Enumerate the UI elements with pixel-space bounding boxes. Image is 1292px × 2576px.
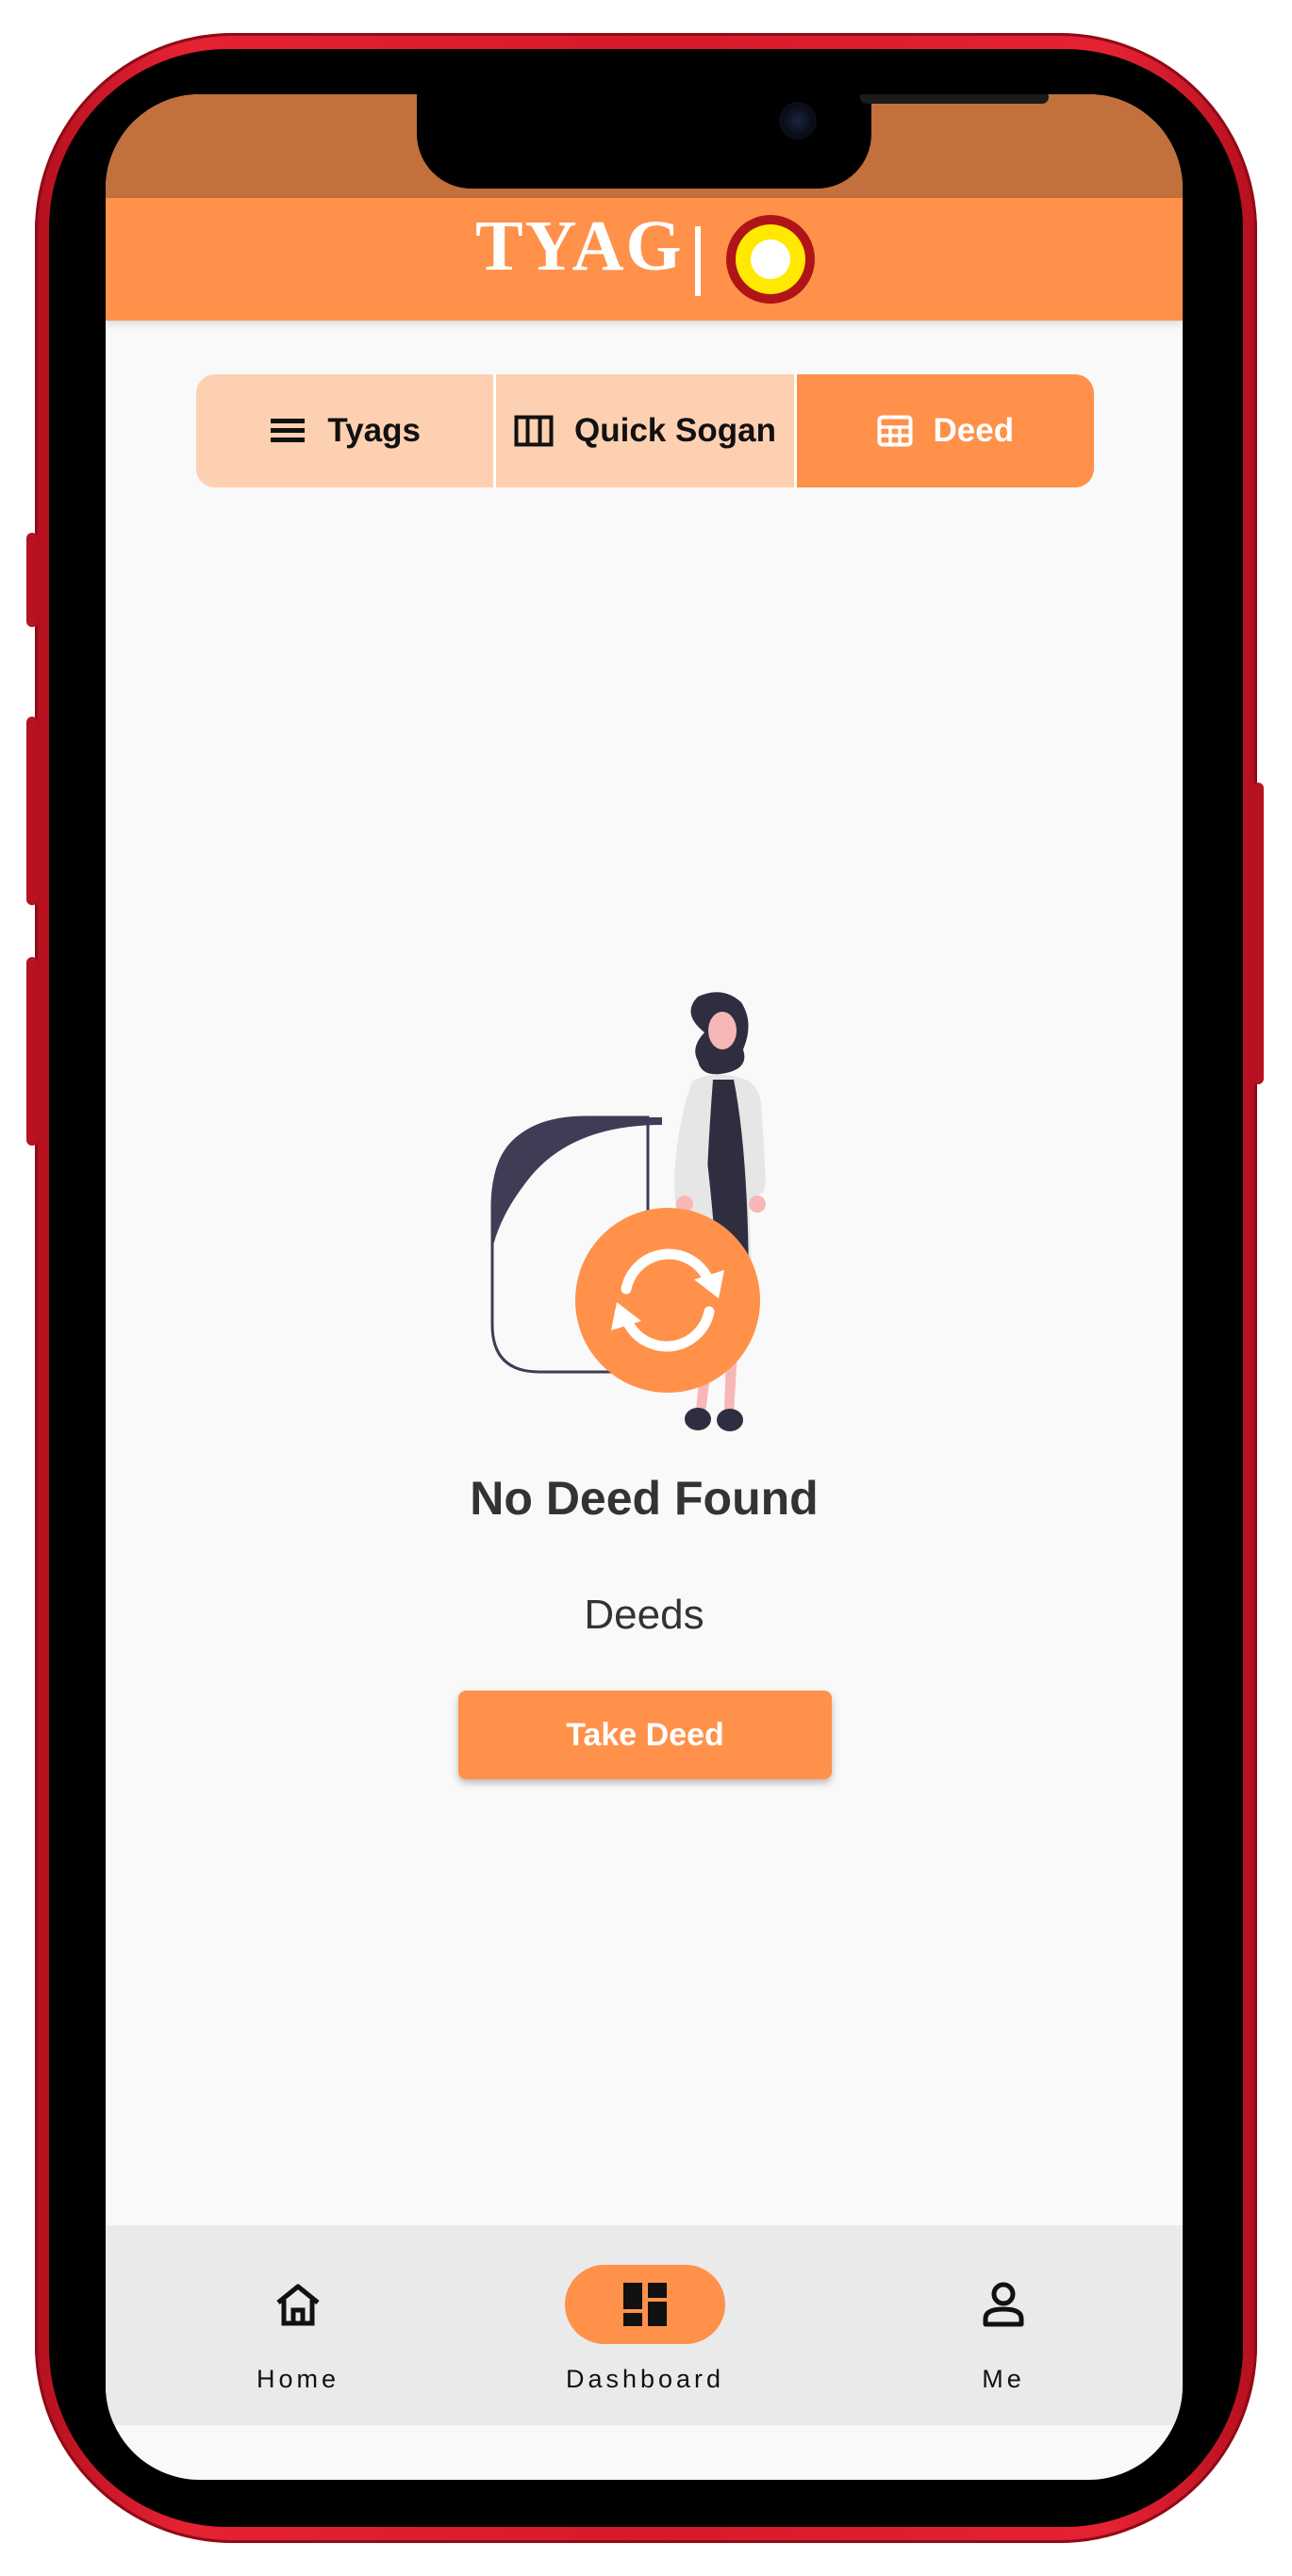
tab-tyags[interactable]: Tyags [196, 374, 497, 487]
mute-switch [26, 533, 38, 627]
person-icon [983, 2282, 1024, 2327]
tab-deed[interactable]: Deed [796, 374, 1094, 487]
volume-up-button [26, 717, 38, 905]
device-mockup: TYAG Tyags Quick Sogan Deed No Deed Foun… [0, 0, 1292, 2576]
power-button [1252, 783, 1264, 1084]
nav-label-me: Me [982, 2365, 1025, 2393]
tab-label: Quick Sogan [574, 412, 776, 449]
nav-item-home[interactable]: Home [175, 2225, 421, 2425]
segmented-tabs: Tyags Quick Sogan Deed [196, 374, 1094, 487]
grid-icon [877, 415, 913, 447]
list-icon [269, 417, 306, 445]
shoe-left [685, 1408, 711, 1430]
hand-right [749, 1196, 766, 1213]
app-logo-icon [726, 215, 815, 304]
empty-state-title: No Deed Found [470, 1472, 819, 1525]
empty-state-illustration [490, 992, 766, 1431]
dashboard-icon [623, 2283, 667, 2326]
refresh-circle [575, 1208, 760, 1393]
empty-state-subtitle: Deeds [584, 1592, 704, 1638]
tab-label: Tyags [327, 412, 421, 449]
nav-item-dashboard[interactable]: Dashboard [522, 2225, 768, 2425]
bottom-navigation: Home Dashboard Me [106, 2225, 1183, 2425]
home-icon [276, 2284, 320, 2326]
take-deed-button[interactable]: Take Deed [458, 1691, 832, 1779]
app-title: TYAG [475, 206, 684, 286]
speaker-grille [860, 94, 1049, 104]
tab-quick-sogan[interactable]: Quick Sogan [496, 374, 797, 487]
nav-icon-container [565, 2265, 725, 2344]
nav-label-home: Home [256, 2365, 340, 2393]
title-divider [695, 226, 701, 296]
columns-icon [514, 415, 554, 447]
notch [417, 94, 1049, 189]
nav-item-me[interactable]: Me [881, 2225, 1126, 2425]
nav-icon-container [923, 2265, 1084, 2344]
front-camera [779, 102, 817, 140]
face [708, 1012, 737, 1049]
shoe-right [717, 1409, 743, 1431]
volume-down-button [26, 957, 38, 1146]
tab-label: Deed [933, 412, 1015, 449]
nav-label-dashboard: Dashboard [565, 2365, 725, 2393]
app-screen: TYAG Tyags Quick Sogan Deed No Deed Foun… [106, 94, 1183, 2480]
nav-icon-container [218, 2265, 378, 2344]
